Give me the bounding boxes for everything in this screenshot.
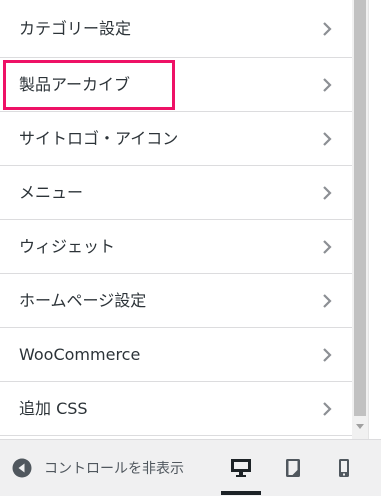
preview-mobile-button[interactable]	[324, 450, 364, 486]
menu-item-menus[interactable]: メニュー	[0, 166, 352, 220]
menu-item-label: メニュー	[19, 182, 84, 202]
menu-item-label: 追加 CSS	[19, 398, 88, 418]
chevron-right-icon	[323, 239, 332, 254]
chevron-right-icon	[323, 347, 332, 362]
menu-item-label: カテゴリー設定	[19, 18, 132, 38]
chevron-right-icon	[323, 77, 332, 92]
menu-item-homepage-settings[interactable]: ホームページ設定	[0, 274, 352, 328]
customizer-panel: カテゴリー設定 製品アーカイブ サイトロゴ・アイコン メニュー ウィジェット ホ…	[0, 0, 352, 439]
mobile-icon	[339, 459, 349, 477]
arrow-left-circle-icon	[12, 458, 32, 478]
chevron-right-icon	[323, 185, 332, 200]
menu-item-label: WooCommerce	[19, 344, 141, 364]
chevron-right-icon	[323, 401, 332, 416]
scrollbar-thumb[interactable]	[354, 0, 366, 416]
preview-desktop-button[interactable]	[221, 450, 261, 495]
customizer-footer: コントロールを非表示	[0, 439, 381, 496]
menu-item-widgets[interactable]: ウィジェット	[0, 220, 352, 274]
menu-item-additional-css[interactable]: 追加 CSS	[0, 382, 352, 436]
scroll-down-arrow-icon[interactable]	[356, 424, 364, 430]
menu-item-site-logo-icon[interactable]: サイトロゴ・アイコン	[0, 112, 352, 166]
chevron-right-icon	[323, 131, 332, 146]
collapse-controls-button[interactable]: コントロールを非表示	[12, 454, 184, 482]
preview-tablet-button[interactable]	[273, 450, 313, 486]
chevron-right-icon	[323, 21, 332, 36]
tablet-icon	[286, 459, 300, 477]
menu-item-product-archive[interactable]: 製品アーカイブ	[0, 58, 352, 112]
chevron-right-icon	[323, 293, 332, 308]
menu-item-woocommerce[interactable]: WooCommerce	[0, 328, 352, 382]
customizer-menu: カテゴリー設定 製品アーカイブ サイトロゴ・アイコン メニュー ウィジェット ホ…	[0, 0, 352, 436]
menu-item-label: ウィジェット	[19, 236, 116, 256]
menu-item-label: 製品アーカイブ	[19, 74, 131, 94]
menu-item-label: ホームページ設定	[19, 290, 147, 310]
collapse-controls-label: コントロールを非表示	[44, 461, 184, 477]
preview-edge	[368, 0, 381, 439]
desktop-icon	[231, 459, 251, 477]
menu-item-label: サイトロゴ・アイコン	[19, 128, 179, 148]
menu-item-category-settings[interactable]: カテゴリー設定	[0, 0, 352, 58]
scrollbar[interactable]	[352, 0, 368, 439]
